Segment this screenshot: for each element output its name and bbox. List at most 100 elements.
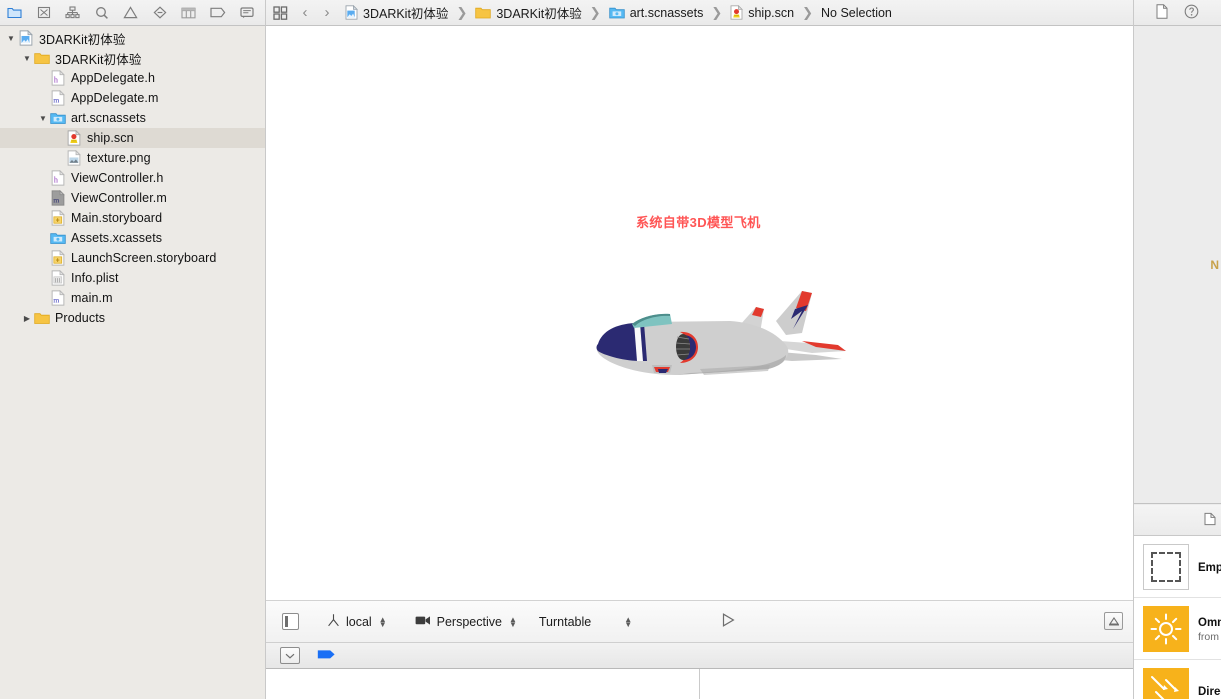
ship-3d-model[interactable] [580,289,870,399]
library-item-thumbnail [1142,667,1190,699]
scenekit-viewport[interactable]: 系统自带3D模型飞机 [266,26,1133,600]
breadcrumb-separator: ❯ [802,5,813,21]
issue-navigator-icon[interactable] [116,0,145,25]
library-item[interactable]: Empty [1134,536,1221,598]
file-inspector-icon[interactable] [1156,4,1168,22]
scn-file-icon [730,5,743,20]
project-navigator[interactable]: ▼3DARKit初体验▼3DARKit初体验hAppDelegate.hmApp… [0,26,266,699]
editor-area: 系统自带3D模型飞机 [266,26,1133,699]
breadcrumb-label: ship.scn [748,6,794,20]
breadcrumb-item-scnassets[interactable]: art.scnassets [608,0,705,25]
scene-annotation-text: 系统自带3D模型飞机 [636,212,761,231]
scene-assistant-icon[interactable] [1104,612,1123,630]
image-file-icon [66,150,82,166]
tree-item-appdelegate.m[interactable]: mAppDelegate.m [0,88,265,108]
debug-console-area: http://blog.csdn.net/u013263917 [266,669,1133,699]
breakpoint-flag-icon[interactable] [317,648,337,664]
breadcrumb-label: art.scnassets [630,6,704,20]
tree-item-main.storyboard[interactable]: Main.storyboard [0,208,265,228]
quick-help-inspector-icon[interactable] [1184,4,1199,22]
objc-file-icon: m [50,90,66,106]
library-selector-bar [1134,505,1221,536]
tree-item-label: 3DARKit初体验 [55,49,141,68]
play-icon [720,612,736,631]
project-navigator-icon[interactable] [0,0,29,25]
project-file-icon [345,5,358,20]
tree-item-3darkit[interactable]: ▼ 3DARKit初体验 [0,48,265,68]
hide-debug-area-button[interactable] [280,647,300,664]
transform-space-control[interactable]: local ▲▼ [327,613,387,630]
disclosure-triangle[interactable]: ▶ [20,314,34,323]
console-output-view[interactable]: http://blog.csdn.net/u013263917 [700,669,1133,699]
related-items-icon[interactable] [266,0,294,25]
breadcrumb-item-scene[interactable]: ship.scn [729,0,795,25]
transform-space-stepper[interactable]: ▲▼ [379,617,387,627]
tree-item-appdelegate.h[interactable]: hAppDelegate.h [0,68,265,88]
tree-item-label: main.m [71,291,113,305]
svg-text:h: h [54,75,58,84]
tree-item-label: art.scnassets [71,111,146,125]
breadcrumb-item-project[interactable]: 3DARKit初体验 [344,0,449,25]
variables-view[interactable] [266,669,700,699]
tree-item-3darkit[interactable]: ▼3DARKit初体验 [0,28,265,48]
tree-item-viewcontroller.h[interactable]: hViewController.h [0,168,265,188]
navigator-selector-bar [0,0,266,26]
breadcrumb-separator: ❯ [456,5,467,21]
library-item-subtitle: from [1198,631,1221,643]
navigation-mode-control[interactable]: Turntable ▲▼ [539,615,632,629]
header-file-icon: h [50,70,66,86]
forward-button[interactable]: › [316,0,338,25]
library-item-thumbnail [1142,543,1190,591]
tree-item-products[interactable]: ▶ Products [0,308,265,328]
breakpoint-navigator-icon[interactable] [203,0,232,25]
scene-editor-toolbar: local ▲▼ Perspective ▲▼ Turntable ▲▼ [266,600,1133,642]
tree-item-label: ViewController.m [71,191,167,205]
library-item-thumbnail [1142,605,1190,653]
camera-stepper[interactable]: ▲▼ [509,617,517,627]
library-item[interactable]: Omnifrom [1134,598,1221,660]
tree-item-label: Assets.xcassets [71,231,162,245]
tree-item-art.scnassets[interactable]: ▼ art.scnassets [0,108,265,128]
xcassets-folder-icon [50,231,66,245]
tree-item-launchscreen.storyboard[interactable]: LaunchScreen.storyboard [0,248,265,268]
svg-text:h: h [54,175,58,184]
tree-item-assets.xcassets[interactable]: Assets.xcassets [0,228,265,248]
tree-item-label: Products [55,311,105,325]
tree-item-label: LaunchScreen.storyboard [71,251,216,265]
navigation-mode-stepper[interactable]: ▲▼ [624,617,632,627]
object-library-list[interactable]: EmptyOmnifrom Direc [1134,536,1221,699]
tree-item-texture.png[interactable]: texture.png [0,148,265,168]
disclosure-triangle[interactable]: ▼ [20,54,34,63]
xcode-window: ‹ › 3DARKit初体验 ❯ 3DARKit初体验 ❯ [0,0,1221,699]
debug-navigator-icon[interactable] [174,0,203,25]
report-navigator-icon[interactable] [232,0,261,25]
inspector-selector-bar [1134,0,1221,26]
tree-item-info.plist[interactable]: Info.plist [0,268,265,288]
disclosure-triangle[interactable]: ▼ [36,114,50,123]
disclosure-triangle[interactable]: ▼ [4,34,18,43]
test-navigator-icon[interactable] [145,0,174,25]
tree-item-ship.scn[interactable]: ship.scn [0,128,265,148]
breadcrumb-item-selection[interactable]: No Selection [820,0,893,25]
play-scene-button[interactable] [720,612,736,631]
source-control-navigator-icon[interactable] [29,0,58,25]
debug-bar [266,642,1133,669]
breadcrumb-item-group[interactable]: 3DARKit初体验 [474,0,582,25]
symbol-navigator-icon[interactable] [58,0,87,25]
storyboard-file-icon [50,250,66,266]
tree-item-viewcontroller.m[interactable]: mViewController.m [0,188,265,208]
scnassets-folder-icon [609,6,625,19]
storyboard-file-icon [50,210,66,226]
folder-icon [475,6,491,19]
find-navigator-icon[interactable] [87,0,116,25]
tree-item-main.m[interactable]: mmain.m [0,288,265,308]
back-button[interactable]: ‹ [294,0,316,25]
library-item[interactable]: Direc [1134,660,1221,699]
camera-control[interactable]: Perspective ▲▼ [415,615,517,629]
tree-item-label: ship.scn [87,131,134,145]
folder-icon [34,311,50,325]
scene-graph-toggle[interactable] [282,613,299,630]
object-library-icon[interactable] [1203,512,1217,529]
svg-text:m: m [53,95,59,104]
directional-light-thumb [1143,668,1189,699]
